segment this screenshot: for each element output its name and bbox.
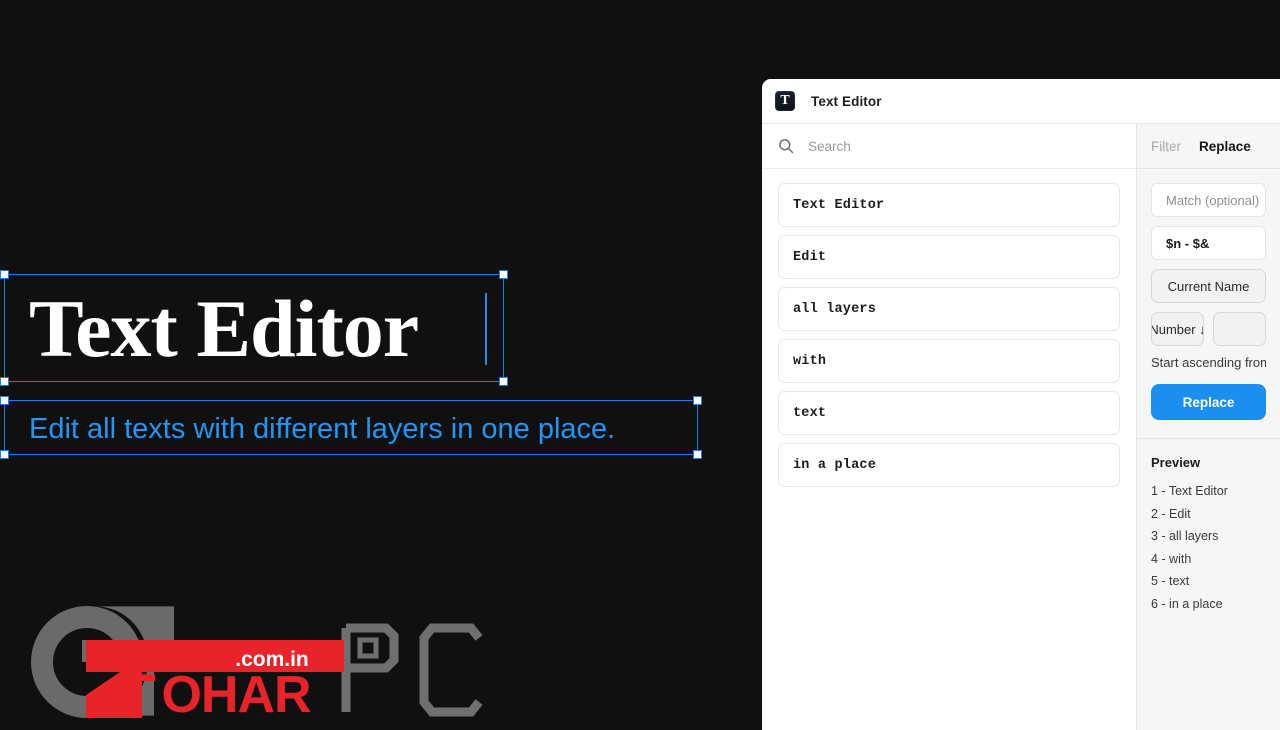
sort-secondary-button[interactable] xyxy=(1213,312,1266,346)
resize-handle-bottom-left[interactable] xyxy=(0,450,9,459)
preview-line: 6 - in a place xyxy=(1151,596,1223,611)
app-icon: T xyxy=(775,91,795,111)
preview-title: Preview xyxy=(1151,455,1201,470)
preview-line: 4 - with xyxy=(1151,551,1192,566)
window-title: Text Editor xyxy=(811,93,882,109)
search-bar[interactable]: Search xyxy=(762,124,1136,169)
window-titlebar: T Text Editor xyxy=(762,79,1280,124)
preview-line: 2 - Edit xyxy=(1151,506,1191,521)
search-icon xyxy=(779,139,794,154)
resize-handle-top-left[interactable] xyxy=(0,270,9,279)
preview-line: 1 - Text Editor xyxy=(1151,484,1228,498)
svg-text:T: T xyxy=(119,662,156,720)
text-caret xyxy=(485,293,487,365)
options-tabs: Filter Replace xyxy=(1137,124,1280,169)
layer-list-pane: Search Text Editor Edit all layers with … xyxy=(762,124,1137,730)
replace-button[interactable]: Replace xyxy=(1151,384,1266,420)
name-source-button[interactable]: Current Name xyxy=(1151,269,1266,303)
resize-handle-top-right[interactable] xyxy=(499,270,508,279)
preview-line: 5 - text xyxy=(1151,574,1190,588)
tab-replace[interactable]: Replace xyxy=(1199,139,1251,154)
preview-line: 3 - all layers xyxy=(1151,529,1219,543)
watermark-svg: .com.in OHAR T xyxy=(31,606,483,729)
options-body: Match (optional) $n - $& Current Name Nu… xyxy=(1137,169,1280,730)
layer-list: Text Editor Edit all layers with text in… xyxy=(762,169,1136,730)
preview-section: Preview 1 - Text Editor 2 - Edit 3 - all… xyxy=(1137,438,1280,730)
subtitle-text[interactable]: Edit all texts with different layers in … xyxy=(29,410,615,448)
layer-list-item[interactable]: text xyxy=(778,391,1120,435)
headline-text[interactable]: Text Editor xyxy=(29,277,419,381)
match-input[interactable]: Match (optional) xyxy=(1151,183,1266,217)
resize-handle-bottom-left[interactable] xyxy=(0,377,9,386)
layer-list-item[interactable]: Text Editor xyxy=(778,183,1120,227)
resize-handle-top-right[interactable] xyxy=(693,396,702,405)
options-fields: Match (optional) $n - $& Current Name Nu… xyxy=(1137,183,1280,420)
canvas-text-layer-headline[interactable]: Text Editor xyxy=(0,270,508,386)
layer-list-item[interactable]: Edit xyxy=(778,235,1120,279)
screen: Text Editor Edit all texts with differen… xyxy=(0,0,1280,730)
resize-handle-bottom-right[interactable] xyxy=(693,450,702,459)
design-canvas[interactable]: Text Editor Edit all texts with differen… xyxy=(0,0,762,730)
layer-list-item[interactable]: with xyxy=(778,339,1120,383)
resize-handle-top-left[interactable] xyxy=(0,396,9,405)
layer-list-item[interactable]: in a place xyxy=(778,443,1120,487)
svg-text:.com.in: .com.in xyxy=(235,648,309,671)
options-pane: Filter Replace Match (optional) $n - $& … xyxy=(1137,124,1280,730)
resize-handle-bottom-right[interactable] xyxy=(499,377,508,386)
layer-list-item[interactable]: all layers xyxy=(778,287,1120,331)
window-body: Search Text Editor Edit all layers with … xyxy=(762,124,1280,730)
text-editor-window: T Text Editor Search Text Editor Edit al… xyxy=(762,79,1280,730)
search-input[interactable]: Search xyxy=(808,139,851,154)
replace-pattern-input[interactable]: $n - $& xyxy=(1151,226,1266,260)
sort-button-row: Number ↓ xyxy=(1151,312,1266,346)
sort-number-button[interactable]: Number ↓ xyxy=(1151,312,1204,346)
ascending-hint: Start ascending from xyxy=(1151,355,1266,370)
tab-filter[interactable]: Filter xyxy=(1151,139,1181,154)
watermark-logo: .com.in OHAR T xyxy=(24,600,494,729)
svg-text:OHAR: OHAR xyxy=(161,666,311,720)
canvas-text-layer-subtitle[interactable]: Edit all texts with different layers in … xyxy=(0,396,702,459)
